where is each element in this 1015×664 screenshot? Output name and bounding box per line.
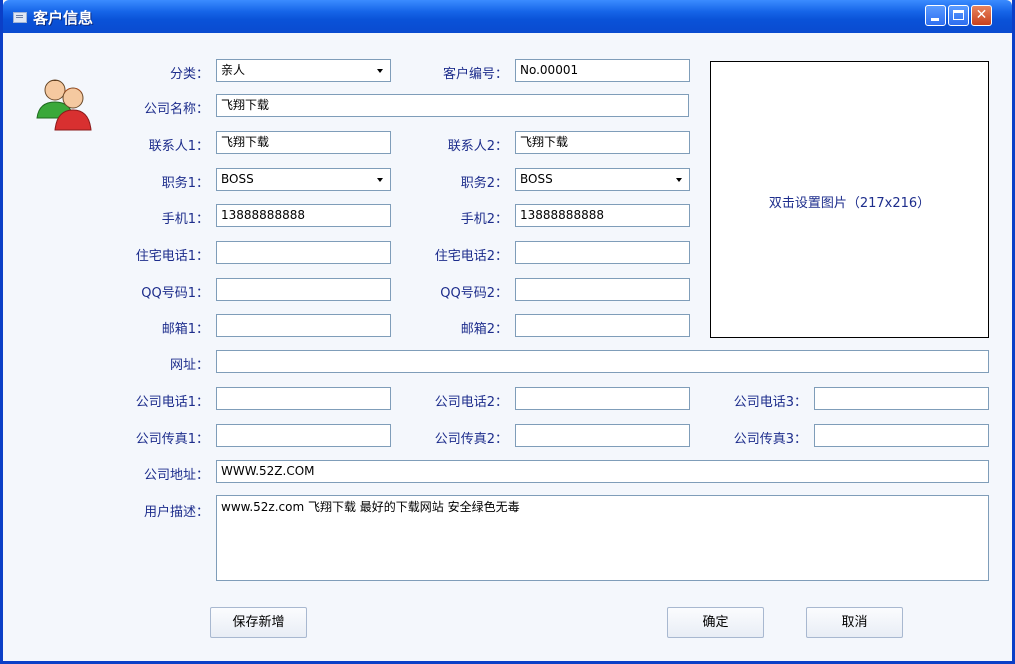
category-label: 分类：: [169, 67, 209, 82]
home-phone1-field[interactable]: [216, 241, 391, 264]
mobile2-label: 手机2：: [460, 212, 508, 227]
company-address-label: 公司地址：: [143, 468, 209, 483]
email2-field[interactable]: [515, 314, 690, 337]
contact2-field[interactable]: 飞翔下载: [515, 131, 690, 154]
close-icon: ✕: [975, 7, 988, 23]
company-fax3-label: 公司传真3：: [733, 432, 807, 447]
qq1-label: QQ号码1：: [141, 286, 209, 301]
window-icon: [13, 12, 27, 23]
user-description-label: 用户描述：: [143, 505, 209, 520]
company-phone1-field[interactable]: [216, 387, 391, 410]
website-label: 网址：: [169, 358, 209, 373]
photo-hint: 双击设置图片（217x216）: [768, 196, 931, 211]
contact1-field[interactable]: 飞翔下载: [216, 131, 391, 154]
position1-label: 职务1：: [161, 176, 209, 191]
company-address-field[interactable]: WWW.52Z.COM: [216, 460, 989, 483]
email1-field[interactable]: [216, 314, 391, 337]
company-name-label: 公司名称：: [143, 102, 209, 117]
users-icon: [36, 79, 92, 131]
qq2-label: QQ号码2：: [440, 286, 508, 301]
ok-button[interactable]: 确定: [667, 607, 764, 638]
company-fax2-label: 公司传真2：: [434, 432, 508, 447]
company-fax3-field[interactable]: [814, 424, 989, 447]
title-bar[interactable]: 客户信息 ✕: [3, 0, 1012, 33]
minimize-icon: [931, 18, 939, 21]
email2-label: 邮箱2：: [460, 322, 508, 337]
contact2-label: 联系人2：: [447, 139, 508, 154]
position1-select[interactable]: BOSS: [216, 168, 391, 191]
qq1-field[interactable]: [216, 278, 391, 301]
mobile2-field[interactable]: 13888888888: [515, 204, 690, 227]
save-new-button[interactable]: 保存新增: [210, 607, 307, 638]
home-phone2-field[interactable]: [515, 241, 690, 264]
user-description-textarea[interactable]: www.52z.com 飞翔下载 最好的下载网站 安全绿色无毒: [216, 495, 989, 581]
category-select[interactable]: 亲人: [216, 59, 391, 82]
company-fax1-label: 公司传真1：: [135, 432, 209, 447]
home-phone2-label: 住宅电话2：: [434, 249, 508, 264]
company-phone3-field[interactable]: [814, 387, 989, 410]
email1-label: 邮箱1：: [161, 322, 209, 337]
close-button[interactable]: ✕: [971, 5, 992, 26]
maximize-icon: [953, 10, 964, 20]
photo-box[interactable]: 双击设置图片（217x216）: [710, 61, 989, 338]
company-phone3-label: 公司电话3：: [733, 395, 807, 410]
company-phone1-label: 公司电话1：: [135, 395, 209, 410]
home-phone1-label: 住宅电话1：: [135, 249, 209, 264]
company-phone2-label: 公司电话2：: [434, 395, 508, 410]
qq2-field[interactable]: [515, 278, 690, 301]
minimize-button[interactable]: [925, 5, 946, 26]
website-field[interactable]: [216, 350, 989, 373]
customer-info-window: 客户信息 ✕ 分类： 亲人 客户编号： No.00001 公司名称： 飞翔下载 …: [0, 0, 1015, 664]
mobile1-field[interactable]: 13888888888: [216, 204, 391, 227]
customer-no-field[interactable]: No.00001: [515, 59, 690, 82]
company-name-field[interactable]: 飞翔下载: [216, 94, 689, 117]
maximize-button[interactable]: [948, 5, 969, 26]
position2-label: 职务2：: [460, 176, 508, 191]
company-fax2-field[interactable]: [515, 424, 690, 447]
window-title: 客户信息: [33, 9, 94, 27]
customer-no-label: 客户编号：: [442, 67, 508, 82]
cancel-button[interactable]: 取消: [806, 607, 903, 638]
company-fax1-field[interactable]: [216, 424, 391, 447]
company-phone2-field[interactable]: [515, 387, 690, 410]
mobile1-label: 手机1：: [161, 212, 209, 227]
position2-select[interactable]: BOSS: [515, 168, 690, 191]
contact1-label: 联系人1：: [148, 139, 209, 154]
